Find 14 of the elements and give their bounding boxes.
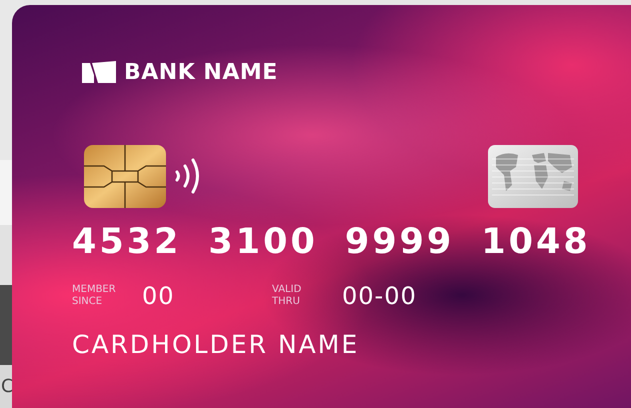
bank-name: BANK NAME xyxy=(124,60,278,84)
cardholder-name: CARDHOLDER NAME xyxy=(72,330,360,359)
page-text-fragment: C xyxy=(0,378,14,396)
card-number-group: 9999 xyxy=(344,222,454,262)
hologram-map-icon xyxy=(488,144,578,208)
card-number-group: 1048 xyxy=(481,222,591,262)
card-number-group: 4532 xyxy=(72,222,182,262)
valid-thru-label: VALID THRU xyxy=(272,284,302,308)
card-number-group: 3100 xyxy=(208,222,318,262)
logo-icon xyxy=(82,61,116,83)
member-since-value: 00 xyxy=(142,282,175,310)
chip-icon xyxy=(84,144,166,208)
expiry-date: 00-00 xyxy=(342,282,417,310)
member-since-label: MEMBER SINCE xyxy=(72,284,117,308)
